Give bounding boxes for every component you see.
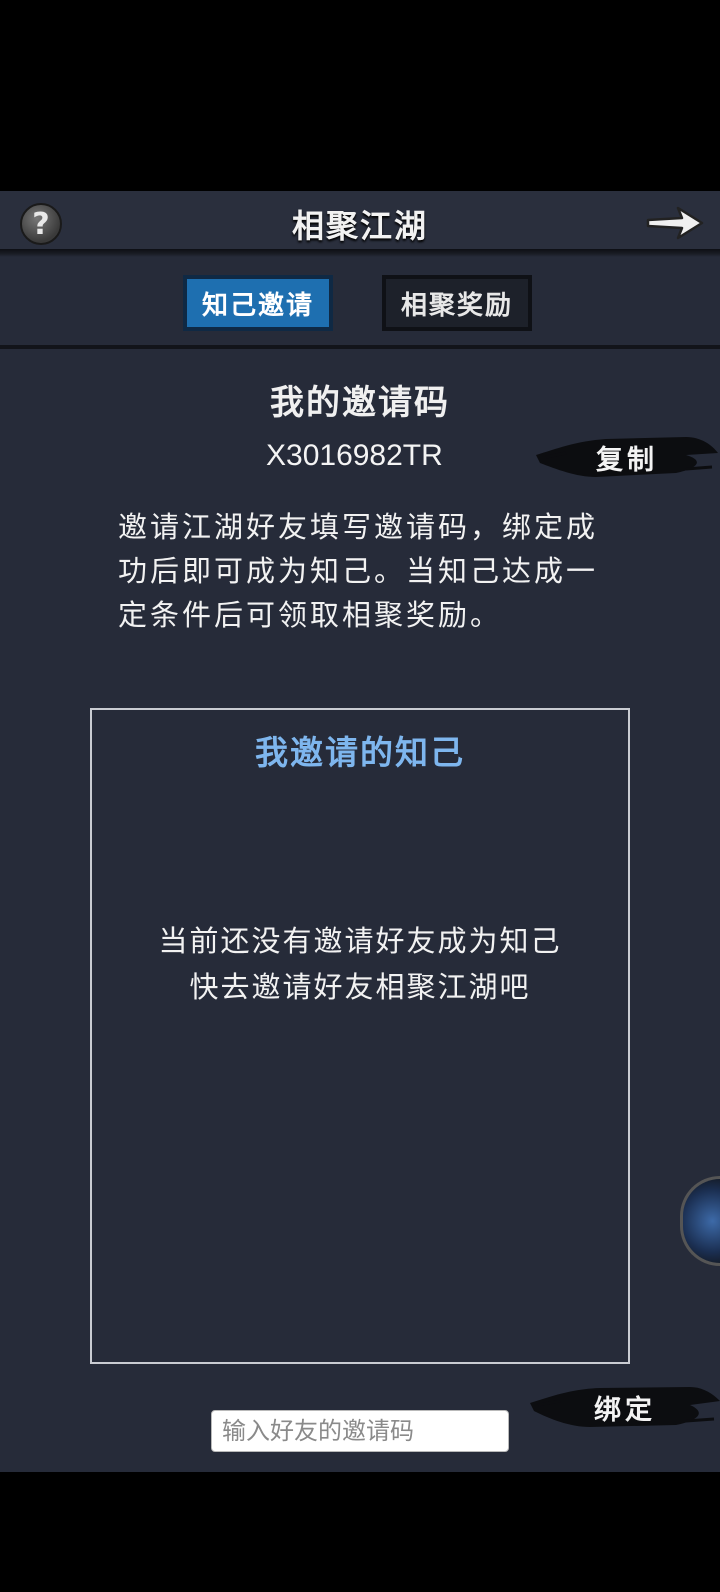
page-title: 相聚江湖	[291, 207, 428, 245]
arrow-right-icon[interactable]	[644, 203, 706, 243]
side-drawer-handle[interactable]	[680, 1176, 720, 1266]
tab-label: 知己邀请	[201, 290, 314, 321]
empty-state-message: 当前还没有邀请好友成为知己 快去邀请好友相聚江湖吧	[92, 918, 628, 1010]
tab-friend-invite[interactable]: 知己邀请	[183, 275, 333, 331]
my-invite-code-title: 我的邀请码	[270, 383, 450, 423]
invite-screen: ? 相聚江湖 知己邀请 相聚奖励 我的邀请码 X3016982TR 复制 邀请江…	[0, 191, 720, 1472]
my-invite-code-value: X3016982TR	[266, 439, 443, 472]
copy-label: 复制	[596, 444, 658, 476]
invited-friends-panel: 我邀请的知己 当前还没有邀请好友成为知己 快去邀请好友相聚江湖吧	[90, 708, 630, 1364]
tab-gathering-reward[interactable]: 相聚奖励	[382, 275, 532, 331]
tab-label: 相聚奖励	[400, 290, 513, 321]
header-divider	[0, 249, 720, 257]
invite-description: 邀请江湖好友填写邀请码，绑定成功后即可成为知己。当知己达成一定条件后可领取相聚奖…	[118, 510, 599, 632]
bind-label: 绑定	[594, 1394, 656, 1426]
copy-button[interactable]: 复制	[536, 433, 718, 481]
tabs-divider	[0, 345, 720, 349]
top-bar: ? 相聚江湖	[0, 191, 720, 251]
bind-button[interactable]: 绑定	[530, 1383, 720, 1431]
empty-line-2: 快去邀请好友相聚江湖吧	[189, 970, 531, 1004]
empty-line-1: 当前还没有邀请好友成为知己	[158, 924, 562, 958]
friend-code-input[interactable]	[211, 1410, 509, 1452]
invited-friends-title: 我邀请的知己	[255, 733, 465, 772]
